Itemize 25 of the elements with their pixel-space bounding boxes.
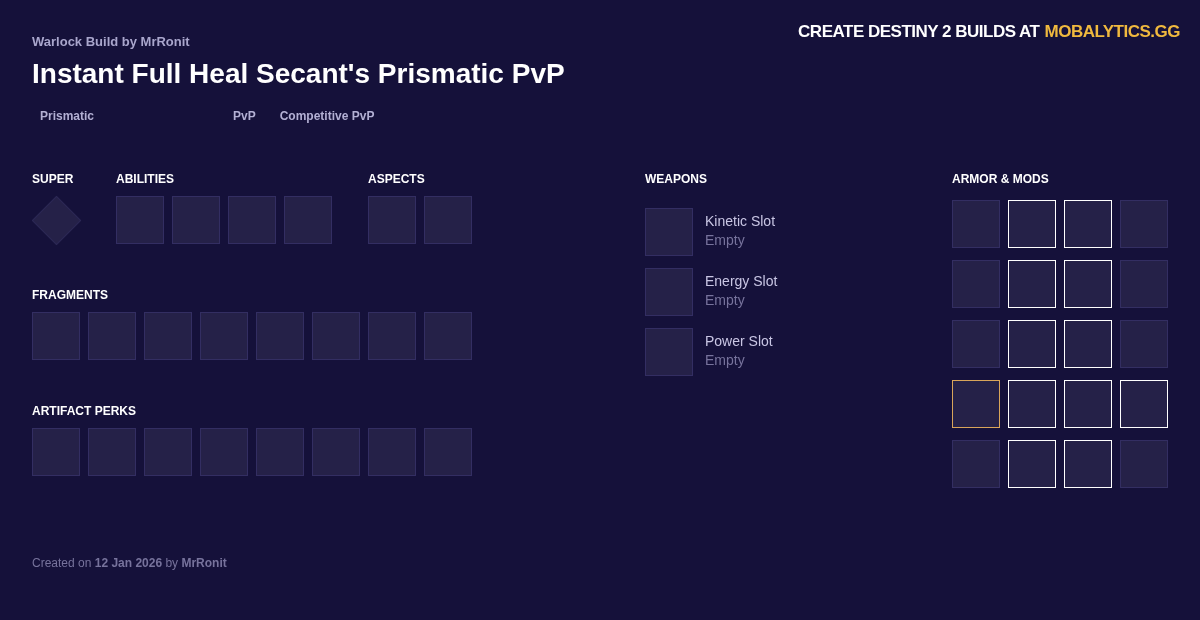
section-label: WEAPONS xyxy=(645,172,708,186)
section-label: ASPECTS xyxy=(368,172,426,186)
build-byline: Warlock Build by MrRonit xyxy=(32,34,191,49)
weapon-slot[interactable] xyxy=(645,208,693,256)
weapon-slot-name: Energy Slot xyxy=(705,273,778,289)
build-title: Instant Full Heal Secant's Prismatic PvP xyxy=(32,57,565,91)
empty-slot[interactable] xyxy=(952,380,1000,428)
build-tag: PvP xyxy=(233,109,256,123)
weapon-slot-name: Kinetic Slot xyxy=(705,213,776,229)
section-label: FRAGMENTS xyxy=(32,288,109,302)
build-tag: Prismatic xyxy=(40,109,209,123)
weapon-slot-status: Empty xyxy=(705,292,746,308)
created-info: Created on 12 Jan 2026 by MrRonit xyxy=(32,556,228,570)
build-tag: Competitive PvP xyxy=(279,109,375,123)
weapon-slot-name: Power Slot xyxy=(705,333,773,349)
section-label: SUPER xyxy=(32,172,75,186)
weapon-slot-status: Empty xyxy=(705,232,746,248)
section-label: ARTIFACT PERKS xyxy=(32,404,137,418)
section-label: ARMOR & MODS xyxy=(952,172,1050,186)
weapon-slot-status: Empty xyxy=(705,352,746,368)
weapon-slot[interactable] xyxy=(645,328,693,376)
promo-text: CREATE DESTINY 2 BUILDS AT xyxy=(798,22,1040,42)
weapon-slot[interactable] xyxy=(645,268,693,316)
site-link[interactable]: MOBALYTICS.GG xyxy=(1044,22,1180,42)
section-label: ABILITIES xyxy=(116,172,175,186)
